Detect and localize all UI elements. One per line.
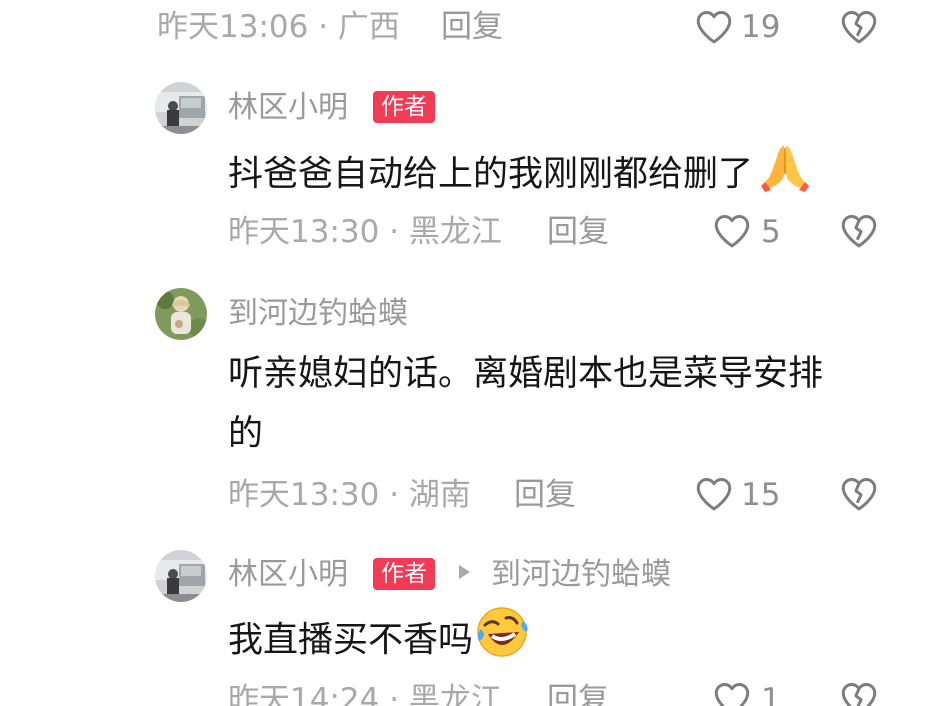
heart-outline-icon[interactable] [693, 6, 735, 48]
comment-text-content: 抖爸爸自动给上的我刚刚都给删了 [228, 154, 754, 195]
comment-text-line: 听亲媳妇的话。离婚剧本也是菜导安排 [228, 354, 824, 394]
comment-text: 我直播买不香吗 [228, 605, 529, 678]
reply-button[interactable]: 回复 [547, 680, 609, 706]
username[interactable]: 到河边钓蛤蟆 [228, 294, 408, 334]
comment-meta: 昨天13:30 · 黑龙江 [228, 214, 502, 250]
comment-meta: 昨天13:06 · 广西 [157, 9, 400, 45]
comment-meta: 昨天14:24 · 黑龙江 [228, 682, 502, 706]
like-count: 5 [761, 214, 781, 250]
broken-heart-icon[interactable] [838, 210, 880, 252]
avatar[interactable] [155, 82, 207, 134]
broken-heart-icon[interactable] [838, 473, 880, 515]
author-badge: 作者 [373, 91, 435, 123]
comment-meta: 昨天13:30 · 湖南 [228, 477, 471, 513]
rolling-laughing-face-icon [475, 605, 529, 678]
heart-outline-icon[interactable] [711, 210, 753, 252]
author-badge: 作者 [373, 558, 435, 590]
like-count: 19 [741, 9, 781, 45]
comment-text-content: 我直播买不香吗 [228, 620, 474, 661]
broken-heart-icon[interactable] [838, 678, 880, 706]
like-count: 1 [761, 682, 781, 706]
like-count: 15 [741, 477, 781, 513]
folded-hands-icon [757, 140, 813, 211]
username[interactable]: 林区小明 [228, 555, 348, 595]
reply-button[interactable]: 回复 [547, 212, 609, 252]
play-triangle-icon [457, 564, 471, 580]
broken-heart-icon[interactable] [838, 6, 880, 48]
avatar[interactable] [155, 288, 207, 340]
heart-outline-icon[interactable] [711, 678, 753, 706]
username[interactable]: 林区小明 [228, 88, 348, 128]
comment-text: 抖爸爸自动给上的我刚刚都给删了 [228, 140, 813, 211]
reply-to-username[interactable]: 到河边钓蛤蟆 [491, 555, 671, 595]
heart-outline-icon[interactable] [693, 473, 735, 515]
reply-button[interactable]: 回复 [441, 7, 503, 47]
comment-thread: 昨天13:06 · 广西 回复 19 林区小明 作者 抖爸爸自动给上的我刚刚都给… [0, 0, 930, 706]
reply-button[interactable]: 回复 [514, 475, 576, 515]
avatar[interactable] [155, 550, 207, 602]
comment-text-line: 的 [228, 414, 264, 454]
